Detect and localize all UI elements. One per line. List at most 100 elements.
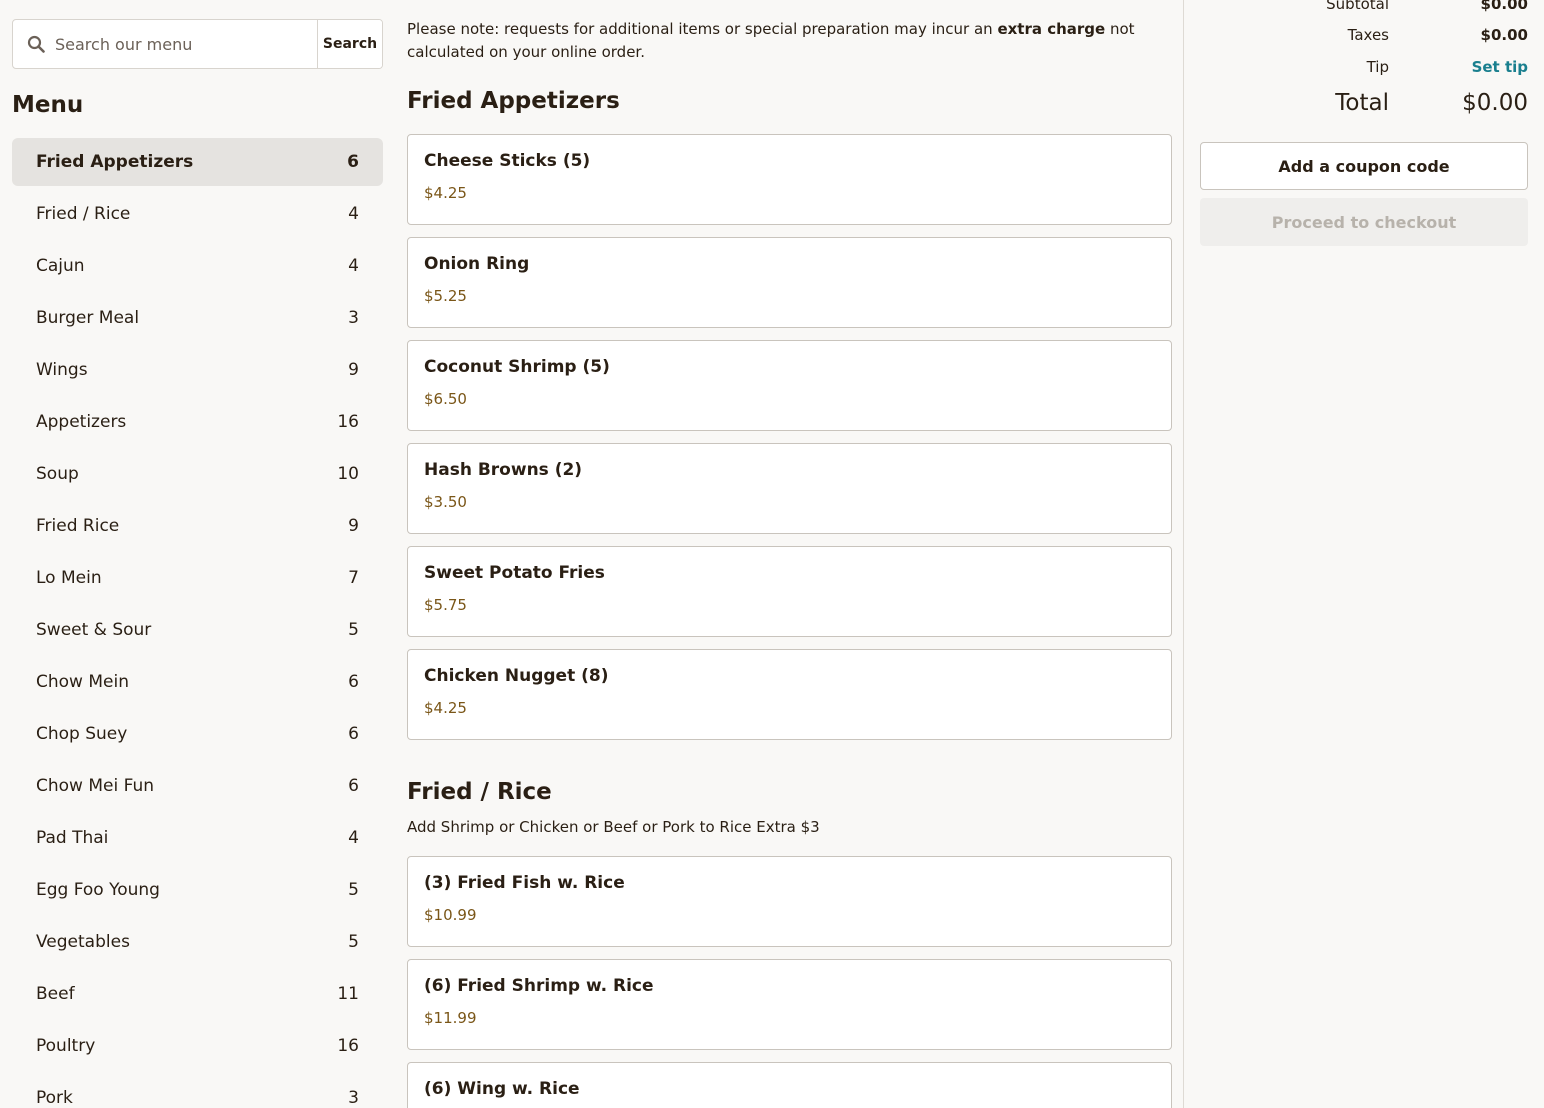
menu-item-card[interactable]: (6) Fried Shrimp w. Rice $11.99 bbox=[407, 959, 1172, 1050]
sidebar-item-fried-appetizers[interactable]: Fried Appetizers 6 bbox=[12, 138, 383, 186]
add-coupon-button[interactable]: Add a coupon code bbox=[1200, 142, 1528, 190]
category-count: 16 bbox=[337, 1036, 359, 1056]
menu-item-card[interactable]: Chicken Nugget (8) $4.25 bbox=[407, 649, 1172, 740]
menu-heading: Menu bbox=[12, 92, 84, 118]
sidebar-item-pork[interactable]: Pork 3 bbox=[12, 1074, 383, 1108]
menu-item-card[interactable]: Onion Ring $5.25 bbox=[407, 237, 1172, 328]
category-count: 7 bbox=[348, 568, 359, 588]
category-label: Vegetables bbox=[36, 932, 130, 952]
category-count: 6 bbox=[348, 672, 359, 692]
item-price: $10.99 bbox=[424, 906, 477, 924]
sidebar-item-sweet-sour[interactable]: Sweet & Sour 5 bbox=[12, 606, 383, 654]
section-title-fried-rice: Fried / Rice bbox=[407, 779, 552, 805]
menu-item-card[interactable]: Sweet Potato Fries $5.75 bbox=[407, 546, 1172, 637]
category-count: 4 bbox=[348, 828, 359, 848]
search-icon bbox=[27, 35, 45, 53]
item-name: (3) Fried Fish w. Rice bbox=[424, 873, 625, 893]
section-title-fried-appetizers: Fried Appetizers bbox=[407, 88, 620, 114]
sidebar-item-chow-mein[interactable]: Chow Mein 6 bbox=[12, 658, 383, 706]
item-name: (6) Fried Shrimp w. Rice bbox=[424, 976, 654, 996]
item-price: $3.50 bbox=[424, 493, 467, 511]
category-count: 9 bbox=[348, 516, 359, 536]
item-name: Hash Browns (2) bbox=[424, 460, 583, 480]
category-label: Lo Mein bbox=[36, 568, 102, 588]
tip-label: Tip bbox=[1366, 58, 1389, 76]
category-label: Fried Rice bbox=[36, 516, 120, 536]
total-value: $0.00 bbox=[1462, 90, 1528, 116]
category-count: 4 bbox=[348, 204, 359, 224]
sidebar-item-cajun[interactable]: Cajun 4 bbox=[12, 242, 383, 290]
total-row: Total $0.00 bbox=[1200, 90, 1528, 116]
menu-item-card[interactable]: Hash Browns (2) $3.50 bbox=[407, 443, 1172, 534]
category-label: Pad Thai bbox=[36, 828, 109, 848]
item-price: $11.99 bbox=[424, 1009, 477, 1027]
category-label: Cajun bbox=[36, 256, 85, 276]
item-name: Cheese Sticks (5) bbox=[424, 151, 591, 171]
sidebar-item-soup[interactable]: Soup 10 bbox=[12, 450, 383, 498]
column-divider bbox=[1183, 0, 1184, 1108]
item-name: Coconut Shrimp (5) bbox=[424, 357, 610, 377]
taxes-row: Taxes $0.00 bbox=[1200, 26, 1528, 44]
sidebar-item-egg-foo-young[interactable]: Egg Foo Young 5 bbox=[12, 866, 383, 914]
subtotal-value: $0.00 bbox=[1480, 0, 1528, 13]
category-label: Chow Mei Fun bbox=[36, 776, 155, 796]
tip-row: Tip Set tip bbox=[1200, 58, 1528, 76]
item-price: $5.75 bbox=[424, 596, 467, 614]
category-count: 6 bbox=[348, 776, 359, 796]
menu-item-card[interactable]: Coconut Shrimp (5) $6.50 bbox=[407, 340, 1172, 431]
menu-item-card[interactable]: Cheese Sticks (5) $4.25 bbox=[407, 134, 1172, 225]
extra-charge-notice: Please note: requests for additional ite… bbox=[407, 18, 1172, 64]
search-button[interactable]: Search bbox=[317, 20, 382, 68]
category-count: 11 bbox=[337, 984, 359, 1004]
item-name: Sweet Potato Fries bbox=[424, 563, 605, 583]
category-count: 5 bbox=[348, 880, 359, 900]
sidebar-item-fried-rice[interactable]: Fried Rice 9 bbox=[12, 502, 383, 550]
item-price: $5.25 bbox=[424, 287, 467, 305]
sidebar-item-lo-mein[interactable]: Lo Mein 7 bbox=[12, 554, 383, 602]
menu-content: Please note: requests for additional ite… bbox=[407, 0, 1172, 1108]
category-count: 4 bbox=[348, 256, 359, 276]
item-name: (6) Wing w. Rice bbox=[424, 1079, 580, 1099]
set-tip-link[interactable]: Set tip bbox=[1389, 58, 1528, 76]
total-label: Total bbox=[1335, 90, 1389, 116]
category-count: 5 bbox=[348, 620, 359, 640]
category-label: Chow Mein bbox=[36, 672, 129, 692]
proceed-to-checkout-button[interactable]: Proceed to checkout bbox=[1200, 198, 1528, 246]
menu-item-card[interactable]: (6) Wing w. Rice bbox=[407, 1062, 1172, 1108]
menu-page: Search Menu Fried Appetizers 6 Fried / Ric… bbox=[0, 0, 1544, 1108]
search-box: Search bbox=[12, 19, 383, 69]
category-count: 3 bbox=[348, 1088, 359, 1108]
item-name: Chicken Nugget (8) bbox=[424, 666, 609, 686]
subtotal-row: Subtotal $0.00 bbox=[1200, 0, 1528, 13]
sidebar-item-beef[interactable]: Beef 11 bbox=[12, 970, 383, 1018]
category-count: 6 bbox=[347, 152, 359, 172]
category-count: 16 bbox=[337, 412, 359, 432]
sidebar-item-burger-meal[interactable]: Burger Meal 3 bbox=[12, 294, 383, 342]
category-label: Soup bbox=[36, 464, 79, 484]
category-count: 3 bbox=[348, 308, 359, 328]
sidebar-item-wings[interactable]: Wings 9 bbox=[12, 346, 383, 394]
category-label: Egg Foo Young bbox=[36, 880, 160, 900]
category-list: Fried Appetizers 6 Fried / Rice 4 Cajun 4 Burg… bbox=[12, 138, 383, 1108]
category-label: Wings bbox=[36, 360, 88, 380]
sidebar-item-chop-suey[interactable]: Chop Suey 6 bbox=[12, 710, 383, 758]
menu-item-card[interactable]: (3) Fried Fish w. Rice $10.99 bbox=[407, 856, 1172, 947]
sidebar-item-poultry[interactable]: Poultry 16 bbox=[12, 1022, 383, 1070]
category-count: 6 bbox=[348, 724, 359, 744]
taxes-value: $0.00 bbox=[1480, 26, 1528, 44]
section-description: Add Shrimp or Chicken or Beef or Pork to… bbox=[407, 818, 820, 836]
sidebar-item-fried-rice[interactable]: Fried / Rice 4 bbox=[12, 190, 383, 238]
sidebar-item-chow-mei-fun[interactable]: Chow Mei Fun 6 bbox=[12, 762, 383, 810]
search-input[interactable] bbox=[55, 34, 295, 54]
sidebar: Search Menu Fried Appetizers 6 Fried / Ric… bbox=[12, 0, 383, 1108]
sidebar-item-pad-thai[interactable]: Pad Thai 4 bbox=[12, 814, 383, 862]
category-count: 10 bbox=[337, 464, 359, 484]
category-label: Chop Suey bbox=[36, 724, 128, 744]
sidebar-item-appetizers[interactable]: Appetizers 16 bbox=[12, 398, 383, 446]
sidebar-item-vegetables[interactable]: Vegetables 5 bbox=[12, 918, 383, 966]
category-label: Poultry bbox=[36, 1036, 96, 1056]
category-label: Pork bbox=[36, 1088, 73, 1108]
search-field bbox=[13, 20, 317, 68]
category-label: Fried / Rice bbox=[36, 204, 131, 224]
item-price: $4.25 bbox=[424, 699, 467, 717]
